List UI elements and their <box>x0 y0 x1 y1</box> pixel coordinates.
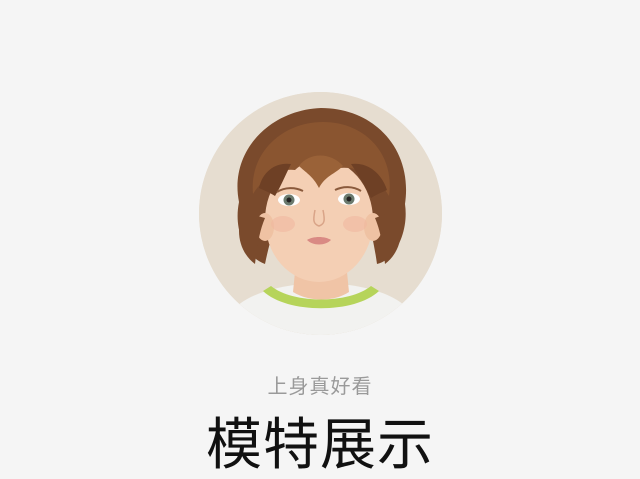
section-title: 模特展示 <box>206 413 434 478</box>
model-avatar <box>199 92 442 335</box>
section-subtitle: 上身真好看 <box>267 374 373 398</box>
model-showcase-section: 上身真好看 模特展示 <box>0 0 640 479</box>
child-portrait-image <box>199 92 442 335</box>
